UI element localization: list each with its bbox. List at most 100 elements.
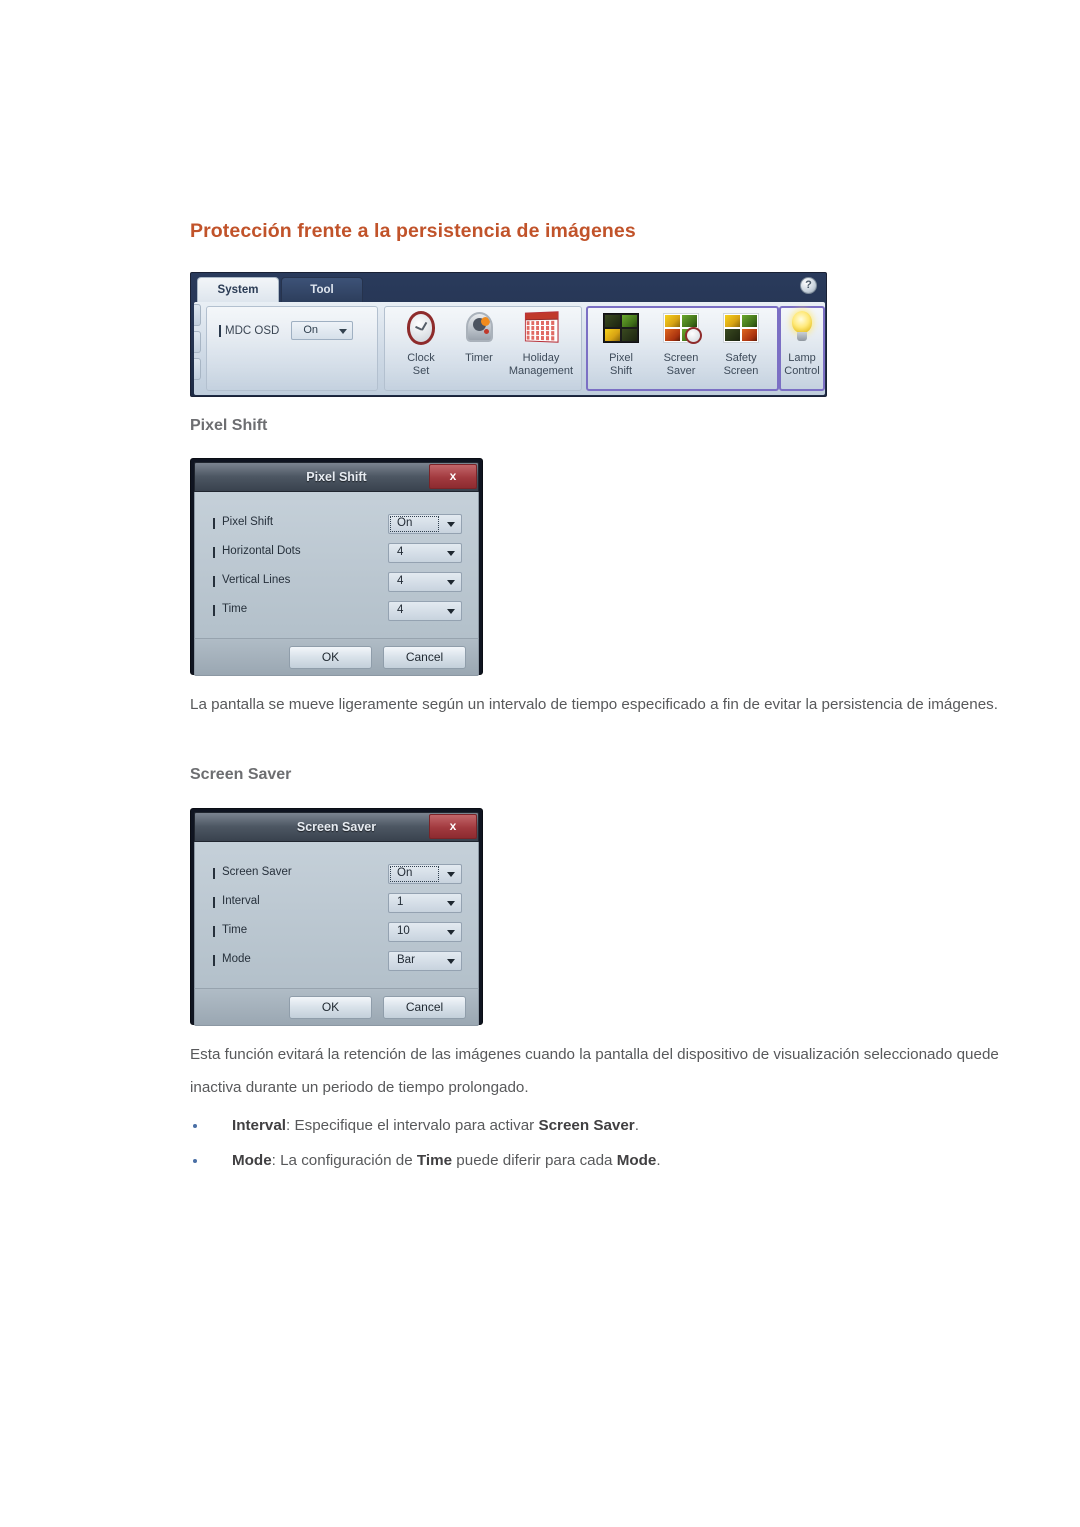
pixel-shift-dialog-titlebar: Pixel Shift x (194, 462, 479, 492)
emphasis-text: Mode (616, 1152, 657, 1169)
pixel-shift-icon (599, 310, 643, 350)
pixel-shift-label-line1: Pixel (609, 352, 633, 364)
timer-label-line1: Timer (465, 352, 493, 364)
holiday-label-line2: Management (508, 364, 574, 377)
calendar-icon (519, 310, 563, 350)
chevron-down-icon (447, 930, 455, 935)
form-row-interval: Interval 1 (213, 893, 462, 914)
list-item-text: : Especifique el intervalo para activar (286, 1117, 539, 1134)
form-row-time: Time 4 (213, 601, 462, 622)
pixel-shift-dialog-footer: OK Cancel (194, 638, 479, 676)
emphasis-text: Screen Saver (538, 1117, 635, 1134)
screen-saver-label-line1: Screen (663, 352, 699, 364)
mdc-osd-value: On (303, 324, 318, 336)
help-icon[interactable]: ? (800, 277, 817, 294)
ribbon-tab-bar: System Tool ? (191, 273, 826, 303)
ribbon-button-safety-screen[interactable]: Safety Screen (712, 310, 770, 377)
cancel-button[interactable]: Cancel (383, 996, 466, 1019)
cancel-button[interactable]: Cancel (383, 646, 466, 669)
mdc-osd-row: MDC OSD On (219, 321, 354, 340)
close-icon[interactable]: x (429, 814, 477, 839)
time-value: 4 (397, 604, 404, 616)
chevron-down-icon (447, 901, 455, 906)
field-label: Time (213, 603, 247, 616)
time-select[interactable]: 10 (388, 922, 462, 942)
emphasis-text: Mode (232, 1152, 272, 1169)
ribbon-body: MDC OSD On Clock Set Timer Holiday Manag… (194, 302, 825, 395)
horizontal-dots-value: 4 (397, 546, 404, 558)
screen-saver-dialog-body: Screen Saver On Interval 1 Time 10 Mode … (194, 842, 479, 988)
ribbon-button-clock-set[interactable]: Clock Set (392, 310, 450, 377)
interval-select[interactable]: 1 (388, 893, 462, 913)
vertical-lines-select[interactable]: 4 (388, 572, 462, 592)
mdc-osd-select[interactable]: On (291, 321, 354, 340)
field-label: Time (213, 924, 247, 937)
safety-screen-label-line2: Screen (723, 364, 759, 377)
list-item: Mode: La configuración de Time puede dif… (190, 1144, 1010, 1178)
ok-button[interactable]: OK (289, 996, 372, 1019)
chevron-down-icon (339, 329, 348, 334)
pixel-shift-description: La pantalla se mueve ligeramente según u… (190, 696, 998, 713)
bullet-dot-icon (193, 1124, 197, 1128)
lamp-control-label-line1: Lamp (788, 352, 816, 364)
field-label: Screen Saver (213, 866, 292, 879)
safety-screen-label-line1: Safety (725, 352, 757, 364)
close-icon[interactable]: x (429, 464, 477, 489)
ribbon-button-pixel-shift[interactable]: Pixel Shift (592, 310, 650, 377)
chevron-down-icon (447, 609, 455, 614)
list-item-text: . (656, 1152, 661, 1169)
field-label: Pixel Shift (213, 516, 273, 529)
time-value: 10 (397, 925, 410, 937)
field-label: Mode (213, 953, 251, 966)
left-strip-tab (194, 304, 201, 326)
screen-saver-select[interactable]: On (388, 864, 462, 884)
ribbon-group-osd: MDC OSD On (206, 306, 378, 391)
vertical-lines-value: 4 (397, 575, 404, 587)
time-select[interactable]: 4 (388, 601, 462, 621)
ribbon-button-holiday-management[interactable]: Holiday Management (504, 310, 578, 377)
chevron-down-icon (447, 522, 455, 527)
pixel-shift-select[interactable]: On (388, 514, 462, 534)
mode-value: Bar (397, 954, 415, 966)
page-title: Protección frente a la persistencia de i… (190, 220, 636, 242)
tab-system[interactable]: System (197, 277, 279, 303)
interval-value: 1 (397, 896, 404, 908)
form-row-vertical-lines: Vertical Lines 4 (213, 572, 462, 593)
pixel-shift-dialog-body: Pixel Shift On Horizontal Dots 4 Vertica… (194, 492, 479, 638)
screen-saver-value: On (397, 867, 413, 879)
ribbon-button-screen-saver[interactable]: Screen Saver (652, 310, 710, 377)
chevron-down-icon (447, 872, 455, 877)
field-label: Vertical Lines (213, 574, 290, 587)
emphasis-text: Interval (232, 1117, 287, 1134)
form-row-time: Time 10 (213, 922, 462, 943)
form-row-mode: Mode Bar (213, 951, 462, 972)
screen-saver-description: Esta función evitará la retención de las… (190, 1046, 999, 1096)
clock-icon (399, 310, 443, 350)
form-row-screen-saver: Screen Saver On (213, 864, 462, 885)
screen-saver-dialog: Screen Saver x Screen Saver On Interval … (190, 808, 483, 1026)
form-row-horizontal-dots: Horizontal Dots 4 (213, 543, 462, 564)
bullet-bar-icon (219, 324, 221, 337)
screen-saver-bullet-list: Interval: Especifique el intervalo para … (190, 1109, 1010, 1178)
chevron-down-icon (447, 959, 455, 964)
form-row-pixel-shift: Pixel Shift On (213, 514, 462, 535)
emphasis-text: Time (416, 1152, 453, 1169)
section-heading-pixel-shift: Pixel Shift (190, 417, 268, 434)
screen-saver-dialog-footer: OK Cancel (194, 988, 479, 1026)
mode-select[interactable]: Bar (388, 951, 462, 971)
ok-button[interactable]: OK (289, 646, 372, 669)
horizontal-dots-select[interactable]: 4 (388, 543, 462, 563)
chevron-down-icon (447, 551, 455, 556)
section-heading-screen-saver: Screen Saver (190, 766, 292, 783)
safety-screen-icon (719, 310, 763, 350)
ribbon-left-strip (194, 304, 202, 392)
pixel-shift-label-line2: Shift (609, 364, 632, 377)
list-item-text: : La configuración de (271, 1152, 417, 1169)
screen-saver-icon (659, 310, 703, 350)
left-strip-tab (194, 358, 201, 380)
mdc-ribbon: System Tool ? MDC OSD On Clock Set Timer… (190, 272, 827, 397)
ribbon-button-timer[interactable]: Timer (450, 310, 508, 365)
field-label: Interval (213, 895, 260, 908)
tab-tool[interactable]: Tool (281, 277, 363, 303)
ribbon-button-lamp-control[interactable]: Lamp Control (775, 310, 826, 377)
